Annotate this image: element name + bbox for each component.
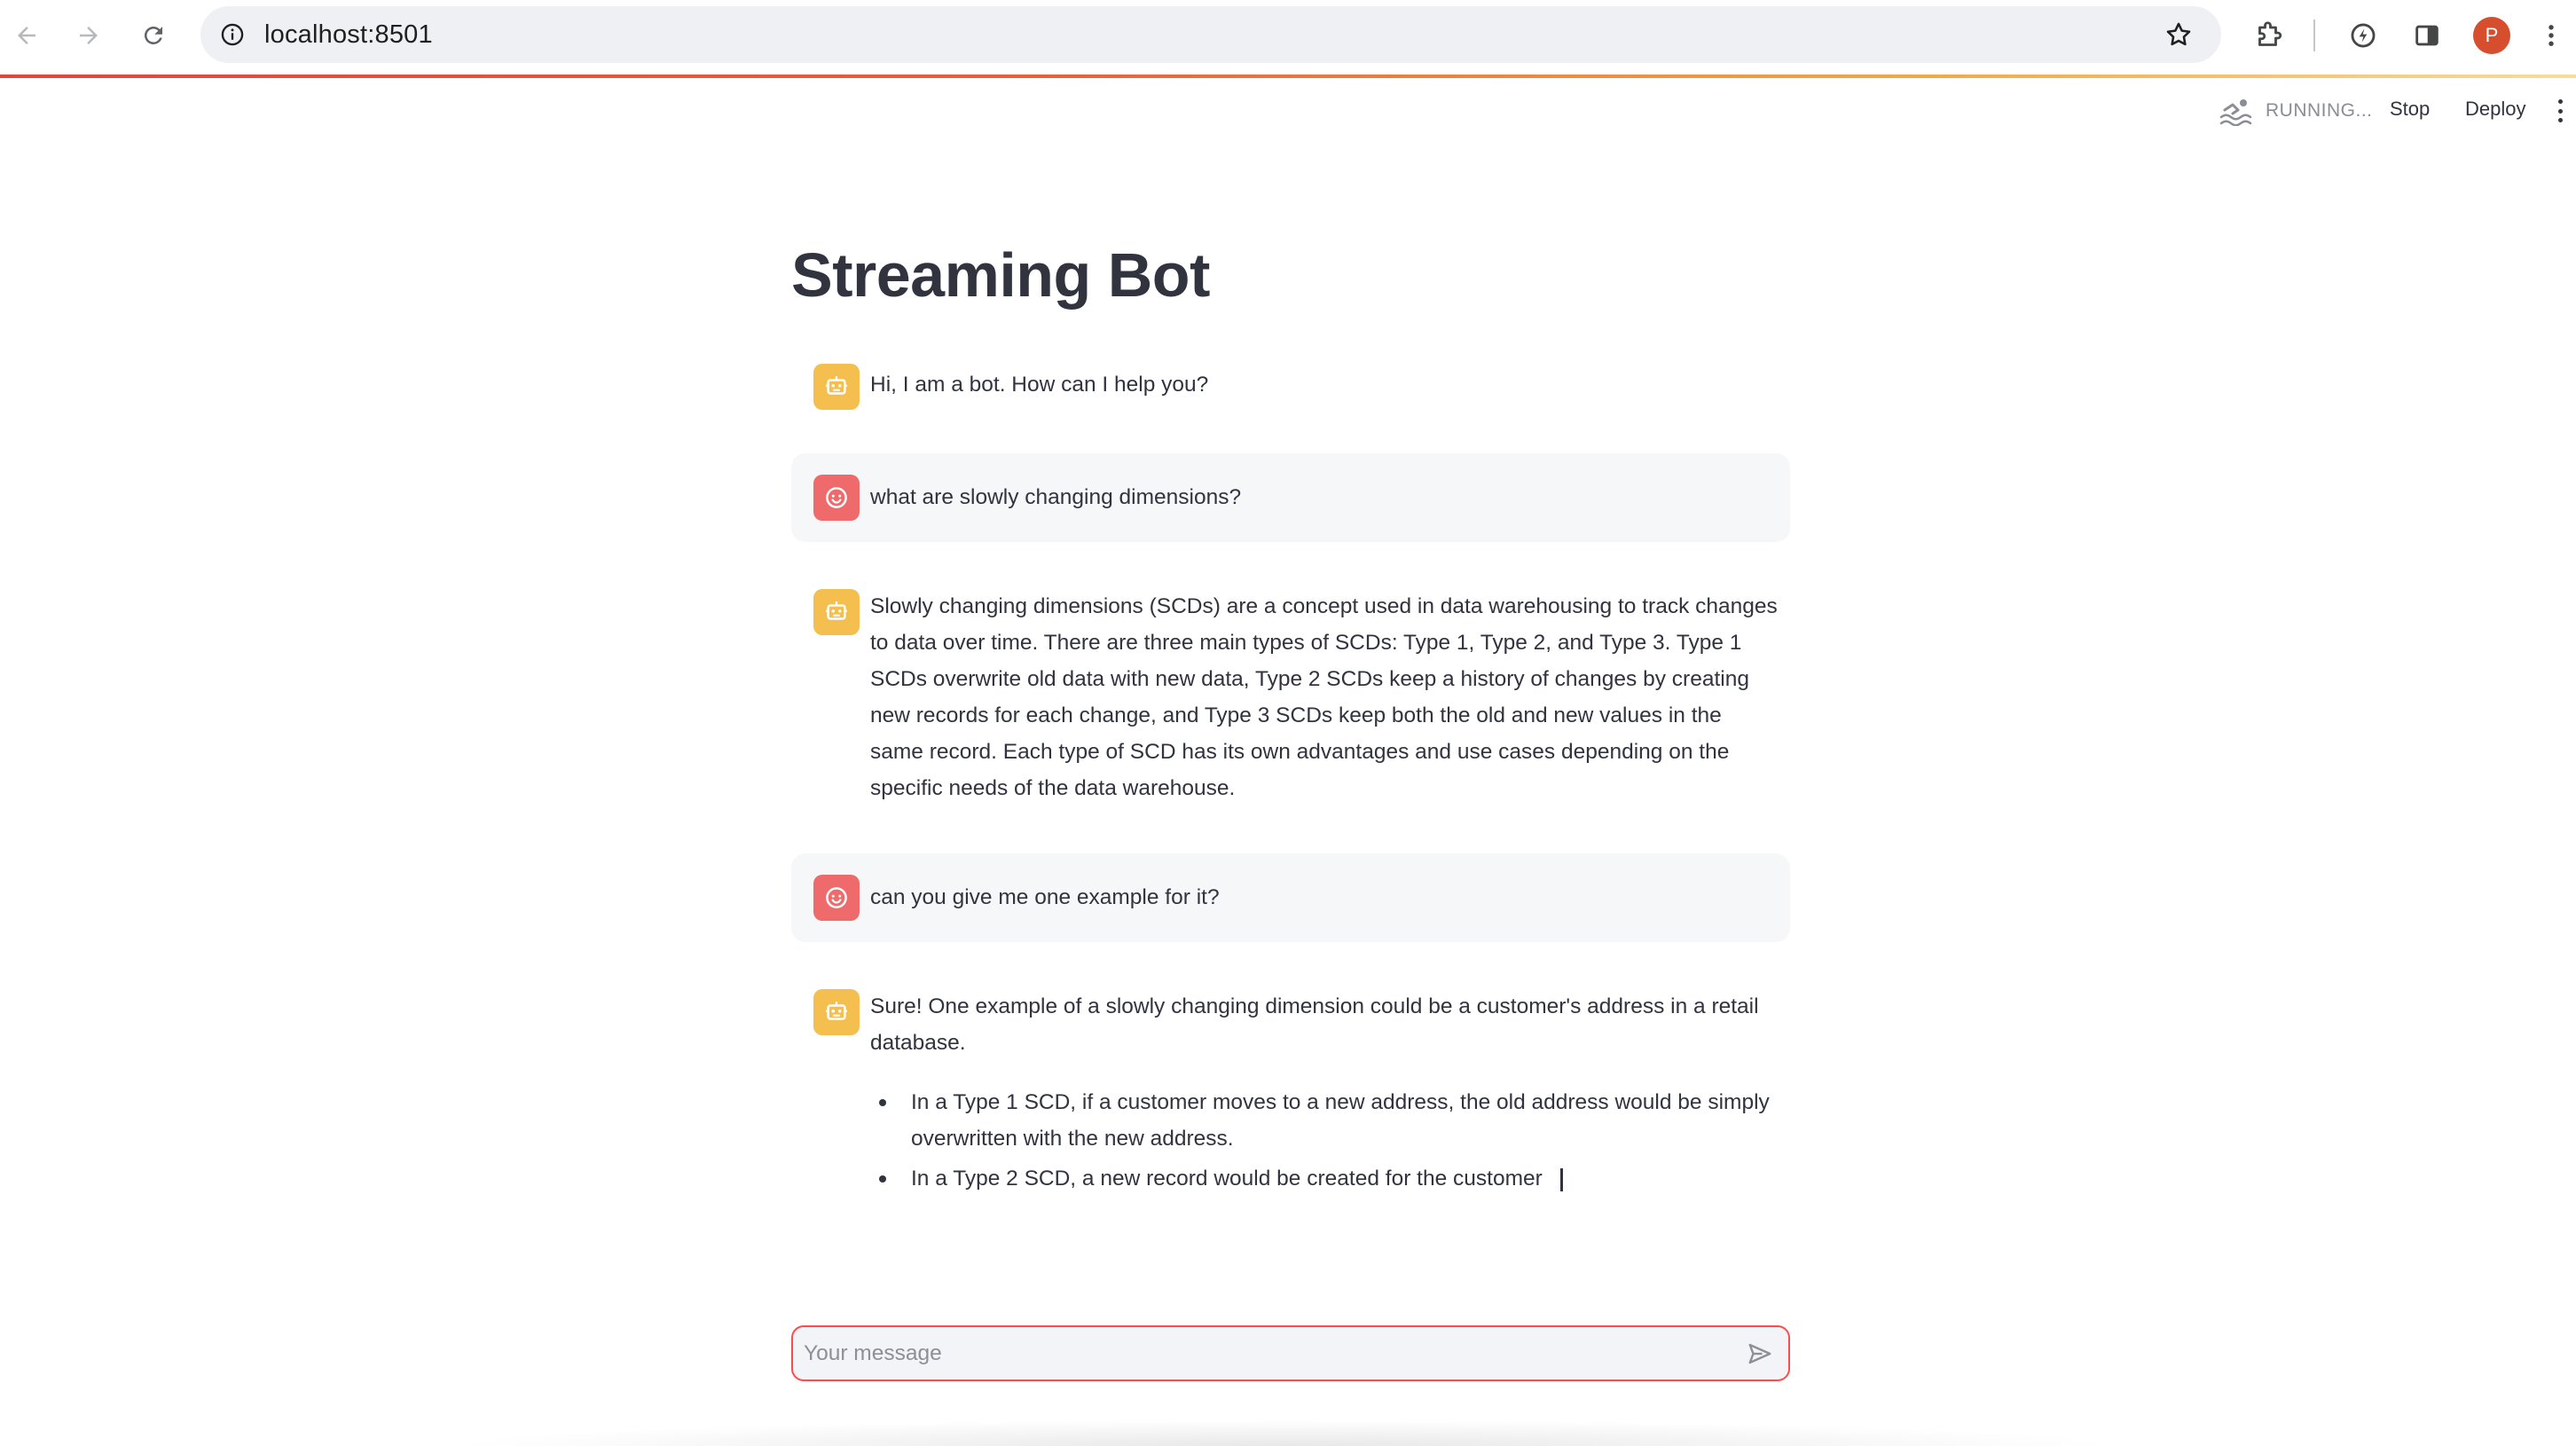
site-info-icon[interactable] <box>218 20 247 49</box>
list-item-text: In a Type 1 SCD, if a customer moves to … <box>911 1090 1770 1151</box>
bot-avatar <box>813 989 860 1035</box>
send-icon <box>1748 1343 1771 1364</box>
reload-icon <box>144 26 162 44</box>
forward-button[interactable] <box>67 14 110 57</box>
robot-icon <box>826 1002 847 1020</box>
chat-message-user: what are slowly changing dimensions? <box>791 453 1790 542</box>
forward-icon <box>80 27 98 44</box>
stop-button[interactable]: Stop <box>2390 98 2430 121</box>
smiley-icon <box>826 487 847 508</box>
chat-message-assistant: Hi, I am a bot. How can I help you? <box>791 358 1790 420</box>
extensions-icon[interactable] <box>2251 18 2287 53</box>
app-header: RUNNING... Stop Deploy <box>0 78 2576 144</box>
bookmark-star-icon[interactable] <box>2163 19 2195 51</box>
browser-toolbar: localhost:8501 P <box>0 0 2576 76</box>
send-button[interactable] <box>1744 1339 1776 1369</box>
toolbar-divider <box>2313 20 2315 51</box>
message-content: Sure! One example of a slowly changing d… <box>870 988 1778 1197</box>
bot-avatar <box>813 589 860 635</box>
chat-message-assistant: Sure! One example of a slowly changing d… <box>791 980 1790 1202</box>
running-indicator: RUNNING... <box>2219 96 2373 126</box>
address-bar[interactable]: localhost:8501 <box>200 6 2221 63</box>
profile-avatar[interactable]: P <box>2473 17 2510 54</box>
bottom-fade <box>444 1419 2129 1446</box>
chat-message-user: can you give me one example for it? <box>791 853 1790 942</box>
back-icon <box>18 27 35 44</box>
performance-icon[interactable] <box>2345 18 2381 53</box>
message-text: Sure! One example of a slowly changing d… <box>870 994 1759 1055</box>
list-item: In a Type 2 SCD, a new record would be c… <box>870 1160 1778 1197</box>
swimmer-icon <box>2219 99 2252 126</box>
message-text: Hi, I am a bot. How can I help you? <box>870 373 1209 397</box>
message-text: can you give me one example for it? <box>870 885 1220 909</box>
user-avatar <box>813 875 860 921</box>
chat-message-input[interactable] <box>804 1327 1726 1379</box>
side-panel-icon[interactable] <box>2409 18 2445 53</box>
message-text: what are slowly changing dimensions? <box>870 485 1242 509</box>
chat-message-assistant: Slowly changing dimensions (SCDs) are a … <box>791 580 1790 811</box>
reload-button[interactable] <box>132 14 175 57</box>
user-avatar <box>813 475 860 521</box>
smiley-icon <box>826 887 847 908</box>
main-menu-button[interactable] <box>2551 98 2569 124</box>
back-button[interactable] <box>5 14 48 57</box>
bot-avatar <box>813 364 860 410</box>
running-status-text: RUNNING... <box>2266 100 2373 121</box>
chat-input-container <box>791 1325 1790 1381</box>
list-item: In a Type 1 SCD, if a customer moves to … <box>870 1084 1778 1157</box>
list-item-text: In a Type 2 SCD, a new record would be c… <box>911 1167 1543 1191</box>
menu-icon[interactable] <box>2533 18 2569 53</box>
message-text: Slowly changing dimensions (SCDs) are a … <box>870 594 1778 800</box>
streaming-cursor <box>1559 1167 1563 1191</box>
message-bullet-list: In a Type 1 SCD, if a customer moves to … <box>870 1084 1778 1197</box>
url-text: localhost:8501 <box>264 20 433 49</box>
page-title: Streaming Bot <box>791 240 1210 310</box>
robot-icon <box>826 601 847 620</box>
robot-icon <box>826 376 847 395</box>
deploy-button[interactable]: Deploy <box>2465 98 2525 121</box>
